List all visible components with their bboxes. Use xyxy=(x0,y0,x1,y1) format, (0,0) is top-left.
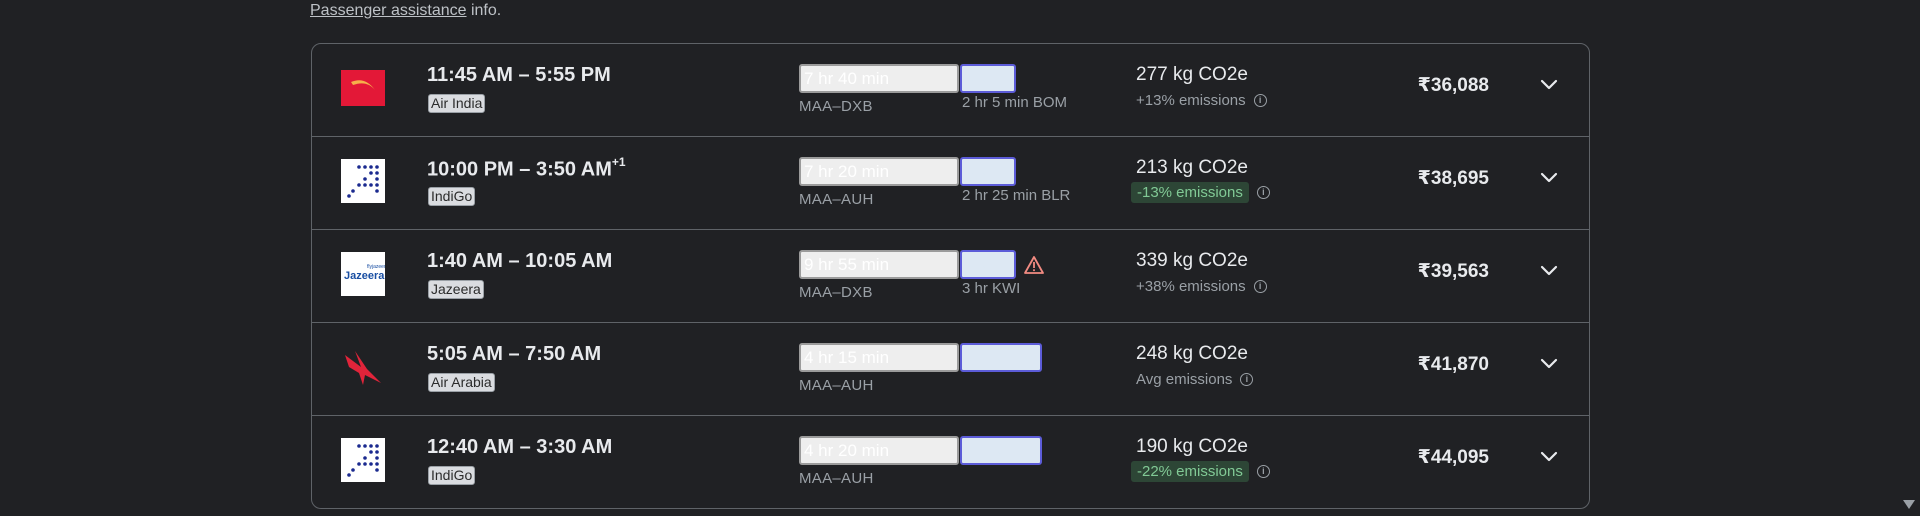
stops-label: 1 stop xyxy=(960,157,1016,186)
info-icon[interactable]: i xyxy=(1253,280,1267,293)
flight-times: 12:40 AM – 3:30 AM xyxy=(427,436,612,459)
co2-amount: 248 kg CO2e xyxy=(1136,343,1248,364)
flight-row[interactable]: 5:05 AM – 7:50 AM Air Arabia 4 hr 15 min No… xyxy=(312,323,1589,416)
indigo-logo xyxy=(341,438,385,482)
flight-duration: 7 hr 40 min xyxy=(799,64,959,93)
stops-label: 1 stop xyxy=(960,250,1016,279)
stops-label: Nonstop xyxy=(960,343,1042,372)
airline-name: Air India xyxy=(428,94,486,113)
flight-duration: 4 hr 20 min xyxy=(799,436,959,465)
time-range: 1:40 AM – 10:05 AM xyxy=(427,250,613,272)
flight-results-list: 11:45 AM – 5:55 PM Air India 7 hr 40 min 1 … xyxy=(311,43,1590,509)
airline-name: IndiGo xyxy=(428,466,476,485)
svg-text:flyjazeera: flyjazeera xyxy=(367,264,385,270)
flight-price: ₹38,695 xyxy=(1417,168,1489,189)
scroll-down-arrow[interactable] xyxy=(1903,500,1915,510)
flight-duration: 7 hr 20 min xyxy=(799,157,959,186)
flight-row[interactable]: 12:40 AM – 3:30 AM IndiGo 4 hr 20 min Nonst… xyxy=(312,416,1589,508)
airline-name: Air Arabia xyxy=(428,373,495,392)
emissions-label: +13% emissions xyxy=(1136,92,1246,109)
assist-suffix: info. xyxy=(466,2,502,19)
chevron-down-icon[interactable] xyxy=(1540,78,1558,90)
route-airports: MAA–AUH xyxy=(799,191,874,208)
air-arabia-logo xyxy=(341,345,385,389)
info-icon[interactable]: i xyxy=(1253,94,1267,107)
flight-price: ₹41,870 xyxy=(1417,354,1489,375)
co2-amount: 213 kg CO2e xyxy=(1136,157,1248,178)
chevron-down-icon[interactable] xyxy=(1540,264,1558,276)
stops-label: 1 stop xyxy=(960,64,1016,93)
time-range: 10:00 PM – 3:50 AM xyxy=(427,158,612,181)
airline-name: Jazeera xyxy=(428,280,484,299)
stops-label: Nonstop xyxy=(960,436,1042,465)
chevron-down-icon[interactable] xyxy=(1540,171,1558,183)
route-airports: MAA–DXB xyxy=(799,98,873,115)
layover-info: 2 hr 25 min BLR xyxy=(962,187,1071,204)
info-icon[interactable]: i xyxy=(1256,465,1270,478)
flight-price: ₹39,563 xyxy=(1417,261,1489,282)
route-airports: MAA–DXB xyxy=(799,284,873,301)
chevron-down-icon[interactable] xyxy=(1540,450,1558,462)
info-icon[interactable]: i xyxy=(1240,373,1254,386)
passenger-assistance-text: Passenger assistance info. xyxy=(310,2,501,20)
flight-duration: 4 hr 15 min xyxy=(799,343,959,372)
flight-duration: 9 hr 55 min xyxy=(799,250,959,279)
layover-info: 3 hr KWI xyxy=(962,280,1021,297)
emissions-info: +38% emissions i xyxy=(1136,278,1267,295)
co2-amount: 190 kg CO2e xyxy=(1136,436,1248,457)
flight-times: 5:05 AM – 7:50 AM xyxy=(427,343,601,366)
day-offset: +1 xyxy=(611,155,626,169)
air-india-logo xyxy=(341,70,385,106)
time-range: 12:40 AM – 3:30 AM xyxy=(427,436,613,458)
chevron-down-icon[interactable] xyxy=(1540,357,1558,369)
time-range: 5:05 AM – 7:50 AM xyxy=(427,343,602,365)
indigo-logo xyxy=(341,159,385,203)
flight-row[interactable]: 10:00 PM – 3:50 AM+1 IndiGo 7 hr 20 min 1 s… xyxy=(312,137,1589,230)
co2-amount: 339 kg CO2e xyxy=(1136,250,1248,271)
emissions-info: -22% emissions i xyxy=(1131,461,1270,482)
passenger-assistance-link[interactable]: Passenger assistance xyxy=(310,2,467,19)
info-icon[interactable]: i xyxy=(1256,186,1270,199)
flight-times: 10:00 PM – 3:50 AM+1 xyxy=(427,155,626,182)
jazeera-logo: Jazeeraflyjazeera xyxy=(341,252,385,296)
svg-text:Jazeera: Jazeera xyxy=(344,270,385,282)
emissions-label: -22% emissions xyxy=(1131,461,1249,482)
emissions-label: -13% emissions xyxy=(1131,182,1249,203)
co2-amount: 277 kg CO2e xyxy=(1136,64,1248,85)
flight-price: ₹44,095 xyxy=(1417,447,1489,468)
airline-name: IndiGo xyxy=(428,187,476,206)
emissions-info: +13% emissions i xyxy=(1136,92,1267,109)
time-range: 11:45 AM – 5:55 PM xyxy=(427,64,611,86)
flight-row[interactable]: 11:45 AM – 5:55 PM Air India 7 hr 40 min 1 … xyxy=(312,44,1589,137)
emissions-label: +38% emissions xyxy=(1136,278,1246,295)
flight-row[interactable]: Jazeeraflyjazeera1:40 AM – 10:05 AMJazee… xyxy=(312,230,1589,323)
emissions-label: Avg emissions xyxy=(1136,371,1233,388)
flight-times: 11:45 AM – 5:55 PM xyxy=(427,64,611,87)
warning-icon xyxy=(1024,256,1044,274)
flight-price: ₹36,088 xyxy=(1417,75,1489,96)
emissions-info: Avg emissions i xyxy=(1136,371,1254,388)
route-airports: MAA–AUH xyxy=(799,470,874,487)
flight-times: 1:40 AM – 10:05 AM xyxy=(427,250,612,273)
layover-info: 2 hr 5 min BOM xyxy=(962,94,1068,111)
emissions-info: -13% emissions i xyxy=(1131,182,1270,203)
route-airports: MAA–AUH xyxy=(799,377,874,394)
